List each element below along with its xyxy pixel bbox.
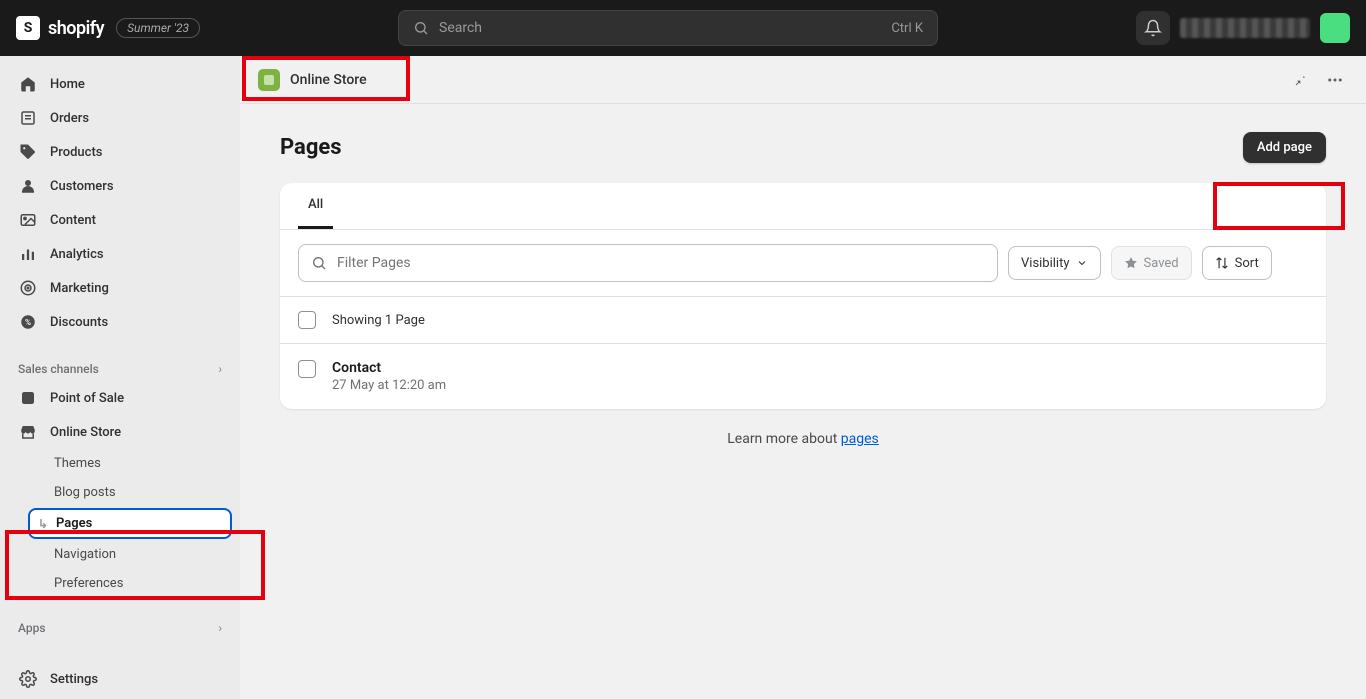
sidebar-item-pos[interactable]: Point of Sale <box>8 382 232 414</box>
gear-icon <box>18 669 38 689</box>
sidebar-item-label: Customers <box>50 179 114 194</box>
tabs: All <box>280 183 1326 230</box>
sidebar-item-label: Products <box>50 145 102 160</box>
content: Online Store Pages Add page All <box>240 56 1366 699</box>
sidebar-item-label: Home <box>50 77 85 92</box>
sidebar-item-label: Point of Sale <box>50 391 124 406</box>
sidebar-item-analytics[interactable]: Analytics <box>8 238 232 270</box>
topbar-right <box>1136 11 1350 45</box>
sidebar-item-label: Discounts <box>50 315 108 330</box>
sidebar: Home Orders Products Customers Content A… <box>0 56 240 699</box>
row-body: Contact 27 May at 12:20 am <box>332 360 446 393</box>
page-header: Pages Add page <box>240 104 1366 183</box>
search-shortcut: Ctrl K <box>891 21 923 36</box>
sidebar-section-channels[interactable]: Sales channels › <box>8 352 232 382</box>
products-icon <box>18 142 38 162</box>
search-placeholder: Search <box>439 20 891 36</box>
customers-icon <box>18 176 38 196</box>
pin-icon <box>1291 72 1307 88</box>
chevron-right-icon: › <box>218 362 222 376</box>
sidebar-item-customers[interactable]: Customers <box>8 170 232 202</box>
learn-more-link[interactable]: pages <box>841 431 879 447</box>
sidebar-item-content[interactable]: Content <box>8 204 232 236</box>
sort-button[interactable]: Sort <box>1202 246 1272 280</box>
sidebar-item-label: Settings <box>50 672 98 687</box>
table-row[interactable]: Contact 27 May at 12:20 am <box>280 343 1326 409</box>
learn-more: Learn more about pages <box>240 409 1366 469</box>
chevron-down-icon <box>1076 257 1088 269</box>
svg-text:%: % <box>25 318 31 328</box>
sidebar-item-discounts[interactable]: % Discounts <box>8 306 232 338</box>
discounts-icon: % <box>18 312 38 332</box>
star-icon <box>1124 256 1138 270</box>
filter-row: Visibility Saved Sort <box>280 230 1326 296</box>
search-icon <box>413 20 429 36</box>
table-header: Showing 1 Page <box>280 296 1326 343</box>
bell-icon <box>1144 19 1162 37</box>
sidebar-item-products[interactable]: Products <box>8 136 232 168</box>
sidebar-item-label: Orders <box>50 111 89 126</box>
sidebar-item-label: Analytics <box>50 247 104 262</box>
sidebar-item-online-store[interactable]: Online Store <box>8 416 232 448</box>
dots-icon <box>1326 71 1344 89</box>
section-label: Apps <box>18 621 46 635</box>
channel-app-icon <box>258 69 280 91</box>
sidebar-item-orders[interactable]: Orders <box>8 102 232 134</box>
pos-icon <box>18 388 38 408</box>
sidebar-item-label: Online Store <box>50 425 121 440</box>
subnav-themes[interactable]: Themes <box>28 450 232 477</box>
showing-count: Showing 1 Page <box>332 313 425 328</box>
section-label: Sales channels <box>18 362 99 376</box>
analytics-icon <box>18 244 38 264</box>
store-name-redacted[interactable] <box>1180 18 1310 38</box>
store-icon <box>18 422 38 442</box>
logo-text: shopify <box>48 18 104 39</box>
avatar[interactable] <box>1320 13 1350 43</box>
sidebar-section-apps[interactable]: Apps › <box>8 611 232 641</box>
filter-input[interactable] <box>298 244 998 282</box>
more-button[interactable] <box>1322 67 1348 93</box>
marketing-icon <box>18 278 38 298</box>
home-icon <box>18 74 38 94</box>
search-icon <box>311 255 327 271</box>
channel-name: Online Store <box>290 72 367 88</box>
page-title: Pages <box>280 135 342 160</box>
subnav-blog-posts[interactable]: Blog posts <box>28 479 232 506</box>
row-title: Contact <box>332 360 446 376</box>
sidebar-item-settings[interactable]: Settings <box>8 663 232 695</box>
sidebar-item-label: Marketing <box>50 281 109 296</box>
subnav-navigation[interactable]: Navigation <box>28 541 232 568</box>
row-subtitle: 27 May at 12:20 am <box>332 378 446 393</box>
sidebar-item-label: Content <box>50 213 96 228</box>
topbar: S shopify Summer '23 Search Ctrl K <box>0 0 1366 56</box>
filter-text-field[interactable] <box>337 255 985 271</box>
online-store-subnav: Themes Blog posts Pages Navigation Prefe… <box>28 450 232 597</box>
sidebar-item-home[interactable]: Home <box>8 68 232 100</box>
sidebar-item-marketing[interactable]: Marketing <box>8 272 232 304</box>
sort-icon <box>1215 256 1229 270</box>
chevron-right-icon: › <box>218 621 222 635</box>
search-wrap: Search Ctrl K <box>212 10 1124 46</box>
summer-badge: Summer '23 <box>116 18 200 38</box>
notifications-button[interactable] <box>1136 11 1170 45</box>
add-page-button[interactable]: Add page <box>1243 132 1326 163</box>
pin-button[interactable] <box>1286 67 1312 93</box>
content-icon <box>18 210 38 230</box>
pages-card: All Visibility Saved Sort <box>280 183 1326 409</box>
logo[interactable]: S shopify Summer '23 <box>16 16 200 40</box>
tab-all[interactable]: All <box>298 183 333 229</box>
subnav-preferences[interactable]: Preferences <box>28 570 232 597</box>
channel-bar: Online Store <box>240 56 1366 104</box>
visibility-filter[interactable]: Visibility <box>1008 246 1101 280</box>
shopify-logo-icon: S <box>16 16 40 40</box>
select-all-checkbox[interactable] <box>298 311 316 329</box>
saved-filter: Saved <box>1111 246 1192 280</box>
orders-icon <box>18 108 38 128</box>
search-input[interactable]: Search Ctrl K <box>398 10 938 46</box>
row-checkbox[interactable] <box>298 360 316 378</box>
subnav-pages[interactable]: Pages <box>28 508 232 539</box>
